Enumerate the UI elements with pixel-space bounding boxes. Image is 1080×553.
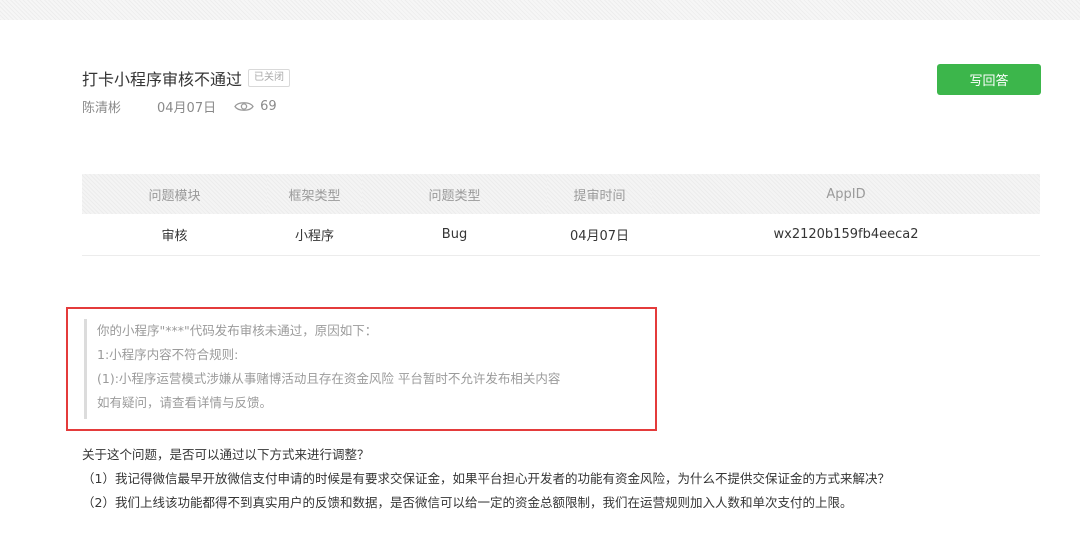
- post-date: 04月07日: [157, 100, 217, 116]
- review-line: 1:小程序内容不符合规则:: [97, 347, 239, 362]
- author-name[interactable]: 陈清彬: [82, 97, 121, 116]
- review-line: (1):小程序运营模式涉嫌从事赌博活动且存在资金风险 平台暂时不允许发布相关内容: [97, 371, 561, 386]
- question-body: 关于这个问题，是否可以通过以下方式来进行调整？ （1）我记得微信最早开放微信支付…: [82, 443, 1072, 515]
- cell-module: 审核: [82, 214, 267, 256]
- post-meta: 陈清彬 04月07日 69: [82, 96, 277, 116]
- table-row: 审核 小程序 Bug 04月07日 wx2120b159fb4eeca2: [82, 214, 1040, 256]
- status-badge: 已关闭: [248, 69, 291, 87]
- table-header-row: 问题模块 框架类型 问题类型 提审时间 AppID: [82, 174, 1040, 214]
- view-count: 69: [234, 99, 277, 114]
- question-line: （2）我们上线该功能都得不到真实用户的反馈和数据，是否微信可以给一定的资金总额限…: [82, 495, 853, 510]
- header-issue-type: 问题类型: [362, 174, 547, 214]
- write-answer-button[interactable]: 写回答: [937, 64, 1041, 95]
- header-framework: 框架类型: [267, 174, 362, 214]
- header-appid: AppID: [652, 174, 1040, 214]
- post-header: 打卡小程序审核不通过 已关闭: [82, 66, 291, 90]
- header-submit-time: 提审时间: [547, 174, 652, 214]
- cell-issue-type: Bug: [362, 214, 547, 256]
- cell-appid: wx2120b159fb4eeca2: [652, 214, 1040, 256]
- post-title: 打卡小程序审核不通过: [82, 70, 243, 89]
- review-line: 如有疑问，请查看详情与反馈。: [97, 395, 273, 410]
- highlighted-review-notice: 你的小程序"***"代码发布审核未通过，原因如下： 1:小程序内容不符合规则: …: [66, 307, 657, 431]
- top-banner-strip: [0, 0, 1080, 20]
- review-quote: 你的小程序"***"代码发布审核未通过，原因如下： 1:小程序内容不符合规则: …: [84, 319, 624, 419]
- eye-icon: [234, 101, 254, 111]
- question-line: 关于这个问题，是否可以通过以下方式来进行调整？: [82, 447, 370, 462]
- header-module: 问题模块: [82, 174, 267, 214]
- view-count-value: 69: [260, 98, 277, 114]
- review-line: 你的小程序"***"代码发布审核未通过，原因如下：: [97, 323, 378, 338]
- cell-submit-time: 04月07日: [547, 214, 652, 256]
- cell-framework: 小程序: [267, 214, 362, 256]
- question-line: （1）我记得微信最早开放微信支付申请的时候是有要求交保证金，如果平台担心开发者的…: [82, 471, 890, 486]
- question-info-table: 问题模块 框架类型 问题类型 提审时间 AppID 审核 小程序 Bug 04月…: [82, 174, 1040, 256]
